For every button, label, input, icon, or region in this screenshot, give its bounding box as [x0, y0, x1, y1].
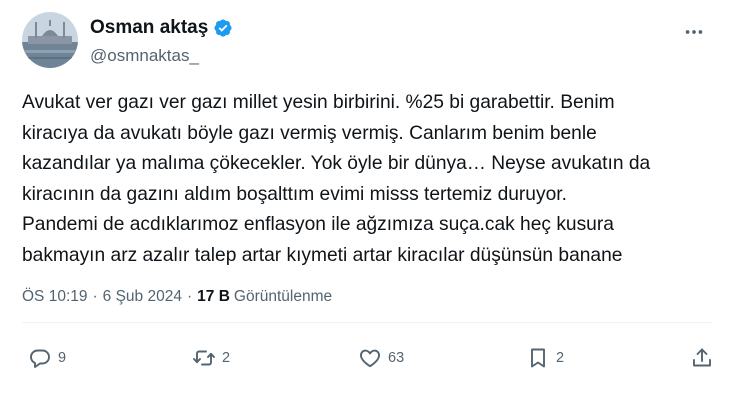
tweet-text-line: kiracının da gazını aldım boşalttım evim… [22, 183, 567, 205]
author-info: Osman aktaş @osmnaktas_ [90, 16, 233, 66]
views-count[interactable]: 17 B [197, 288, 230, 306]
tweet-text-line: kazandılar ya malıma çökecekler. Yok öyl… [22, 153, 651, 174]
tweet-text: Avukat ver gazı ver gazı millet yesin bi… [22, 88, 712, 271]
views-label: Görüntülenme [233, 288, 333, 305]
bookmark-button[interactable]: 2 [526, 346, 564, 370]
display-name[interactable]: Osman aktaş [90, 17, 208, 39]
like-icon [358, 346, 382, 370]
tweet-meta: ÖS 10:19 · 6 Şub 2024 · 17 B Görüntülenm… [22, 288, 332, 306]
retweet-icon [192, 346, 216, 370]
reply-count: 9 [58, 350, 67, 366]
bookmark-icon [526, 346, 550, 370]
tweet-text-line: Avukat ver gazı ver gazı millet yesin bi… [22, 92, 615, 113]
bookmark-count: 2 [556, 350, 565, 366]
divider [22, 322, 712, 323]
meta-separator: · [186, 288, 193, 305]
verified-badge-icon [213, 18, 233, 38]
share-button[interactable] [690, 346, 714, 370]
tweet-header: Osman aktaş @osmnaktas_ [22, 12, 712, 72]
tweet-time[interactable]: ÖS 10:19 [22, 288, 88, 306]
retweet-button[interactable]: 2 [192, 346, 230, 370]
tweet-text-line: kiracıya da avukatı böyle gazı vermiş ve… [22, 122, 597, 144]
tweet-date[interactable]: 6 Şub 2024 [103, 288, 182, 306]
share-icon [690, 346, 714, 370]
tweet-text-line: Pandemi de acdıklarımoz enflasyon ile ağ… [22, 214, 614, 235]
more-icon[interactable] [682, 20, 706, 44]
reply-button[interactable]: 9 [28, 346, 66, 370]
retweet-count: 2 [222, 350, 231, 366]
action-bar: 9 2 63 2 [22, 346, 712, 376]
like-button[interactable]: 63 [358, 346, 404, 370]
tweet-card: Osman aktaş @osmnaktas_ Avukat ver gazı … [0, 0, 730, 420]
handle[interactable]: @osmnaktas_ [90, 46, 233, 66]
reply-icon [28, 346, 52, 370]
meta-separator: · [92, 288, 98, 305]
tweet-text-line: bakmayın arz azalır talep artar kıymeti … [22, 244, 623, 266]
like-count: 63 [388, 350, 405, 366]
avatar[interactable] [22, 12, 78, 68]
